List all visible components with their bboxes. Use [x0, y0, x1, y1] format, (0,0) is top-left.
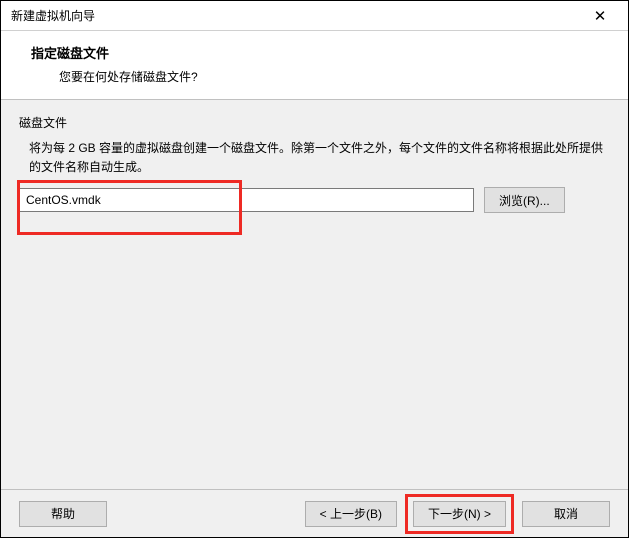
page-title: 指定磁盘文件: [31, 43, 608, 62]
wizard-footer: 帮助 < 上一步(B) 下一步(N) > 取消: [1, 489, 628, 537]
close-icon: ✕: [594, 7, 607, 25]
wizard-header: 指定磁盘文件 您要在何处存储磁盘文件?: [1, 31, 628, 100]
help-button[interactable]: 帮助: [19, 501, 107, 527]
disk-file-description: 将为每 2 GB 容量的虚拟磁盘创建一个磁盘文件。除第一个文件之外，每个文件的文…: [19, 139, 610, 177]
next-button[interactable]: 下一步(N) >: [413, 501, 506, 527]
browse-button[interactable]: 浏览(R)...: [484, 187, 565, 213]
back-button[interactable]: < 上一步(B): [305, 501, 397, 527]
close-button[interactable]: ✕: [580, 2, 620, 30]
dialog-title: 新建虚拟机向导: [11, 7, 95, 24]
disk-file-input[interactable]: [19, 188, 474, 212]
new-vm-wizard-dialog: 新建虚拟机向导 ✕ 指定磁盘文件 您要在何处存储磁盘文件? 磁盘文件 将为每 2…: [0, 0, 629, 538]
highlight-box-next: 下一步(N) >: [405, 494, 514, 534]
titlebar: 新建虚拟机向导 ✕: [1, 1, 628, 31]
page-subtitle: 您要在何处存储磁盘文件?: [31, 68, 608, 85]
disk-file-label: 磁盘文件: [19, 114, 610, 131]
file-input-row: 浏览(R)...: [19, 187, 610, 213]
wizard-content: 磁盘文件 将为每 2 GB 容量的虚拟磁盘创建一个磁盘文件。除第一个文件之外，每…: [1, 100, 628, 489]
cancel-button[interactable]: 取消: [522, 501, 610, 527]
